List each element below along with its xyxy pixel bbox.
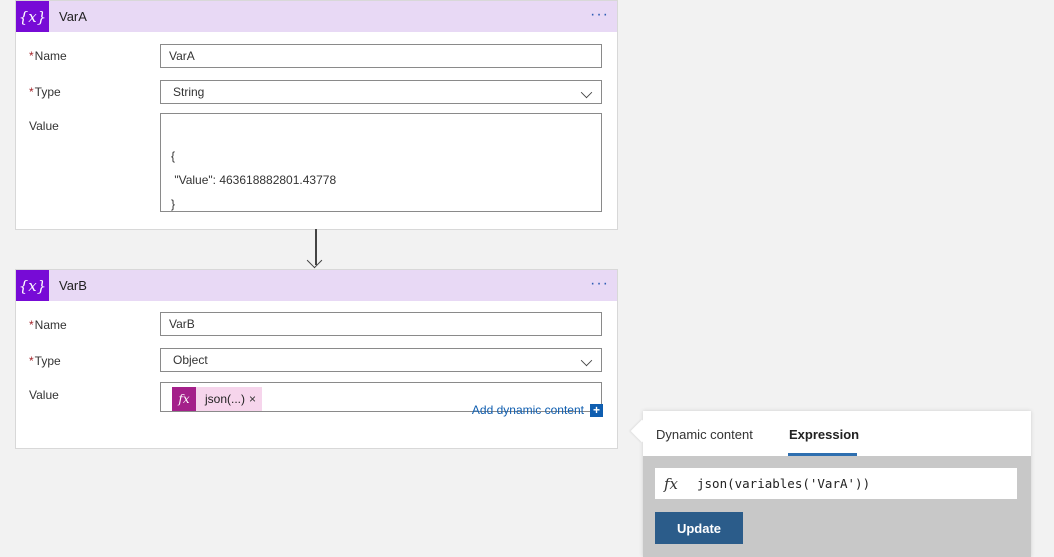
more-options-icon[interactable]: ··· xyxy=(590,1,609,29)
dynamic-content-popup: Dynamic content Expression fx json(varia… xyxy=(630,411,1031,557)
more-options-icon[interactable]: ··· xyxy=(590,270,609,298)
variable-card-vara: {x} VarA ··· *Name VarA *Type String Val… xyxy=(15,0,618,230)
expression-token[interactable]: fx json(...) × xyxy=(172,387,263,411)
arrow-down-icon xyxy=(306,252,323,269)
required-mark: * xyxy=(29,354,34,368)
required-mark: * xyxy=(29,49,34,63)
card-title[interactable]: VarA xyxy=(59,1,87,32)
name-field[interactable]: VarB xyxy=(160,312,602,336)
tab-dynamic-content[interactable]: Dynamic content xyxy=(656,427,753,442)
add-dynamic-content-link[interactable]: Add dynamic content + xyxy=(472,403,603,417)
value-label: Value xyxy=(29,388,59,402)
value-textarea[interactable]: { "Value": 463618882801.43778 } xyxy=(160,113,602,212)
required-mark: * xyxy=(29,85,34,99)
chevron-down-icon xyxy=(580,354,593,367)
update-button[interactable]: Update xyxy=(655,512,743,544)
card-header-varb[interactable]: {x} VarB ··· xyxy=(16,270,617,301)
variable-icon: {x} xyxy=(16,1,49,32)
value-line: } xyxy=(171,197,176,211)
chevron-down-icon xyxy=(580,86,593,99)
type-label: *Type xyxy=(29,354,61,368)
required-mark: * xyxy=(29,318,34,332)
expression-text[interactable]: json(variables('VarA')) xyxy=(687,476,870,491)
add-dynamic-content-label: Add dynamic content xyxy=(471,403,584,417)
plus-icon: + xyxy=(590,403,603,417)
type-select[interactable]: String xyxy=(160,80,602,104)
value-line: "Value": 463618882801.43778 xyxy=(171,173,337,187)
tab-expression[interactable]: Expression xyxy=(789,427,859,442)
variable-icon: {x} xyxy=(16,270,49,301)
card-header-vara[interactable]: {x} VarA ··· xyxy=(16,1,617,32)
function-icon: fx xyxy=(663,474,678,493)
name-label: *Name xyxy=(29,318,67,332)
token-label: json(...) xyxy=(205,392,246,406)
expression-panel: fx json(variables('VarA')) Update xyxy=(643,456,1031,557)
popup-tabs: Dynamic content Expression xyxy=(643,411,1031,456)
type-select[interactable]: Object xyxy=(160,348,602,372)
function-icon: fx xyxy=(172,387,196,411)
name-field[interactable]: VarA xyxy=(160,44,602,68)
type-label: *Type xyxy=(29,85,61,99)
variable-card-varb: {x} VarB ··· *Name VarB *Type Object Val… xyxy=(15,269,618,449)
card-title[interactable]: VarB xyxy=(59,270,87,301)
value-line: { xyxy=(171,149,176,163)
expression-input[interactable]: fx json(variables('VarA')) xyxy=(655,468,1017,499)
value-label: Value xyxy=(29,119,59,133)
remove-token-icon[interactable]: × xyxy=(249,388,262,410)
name-label: *Name xyxy=(29,49,67,63)
